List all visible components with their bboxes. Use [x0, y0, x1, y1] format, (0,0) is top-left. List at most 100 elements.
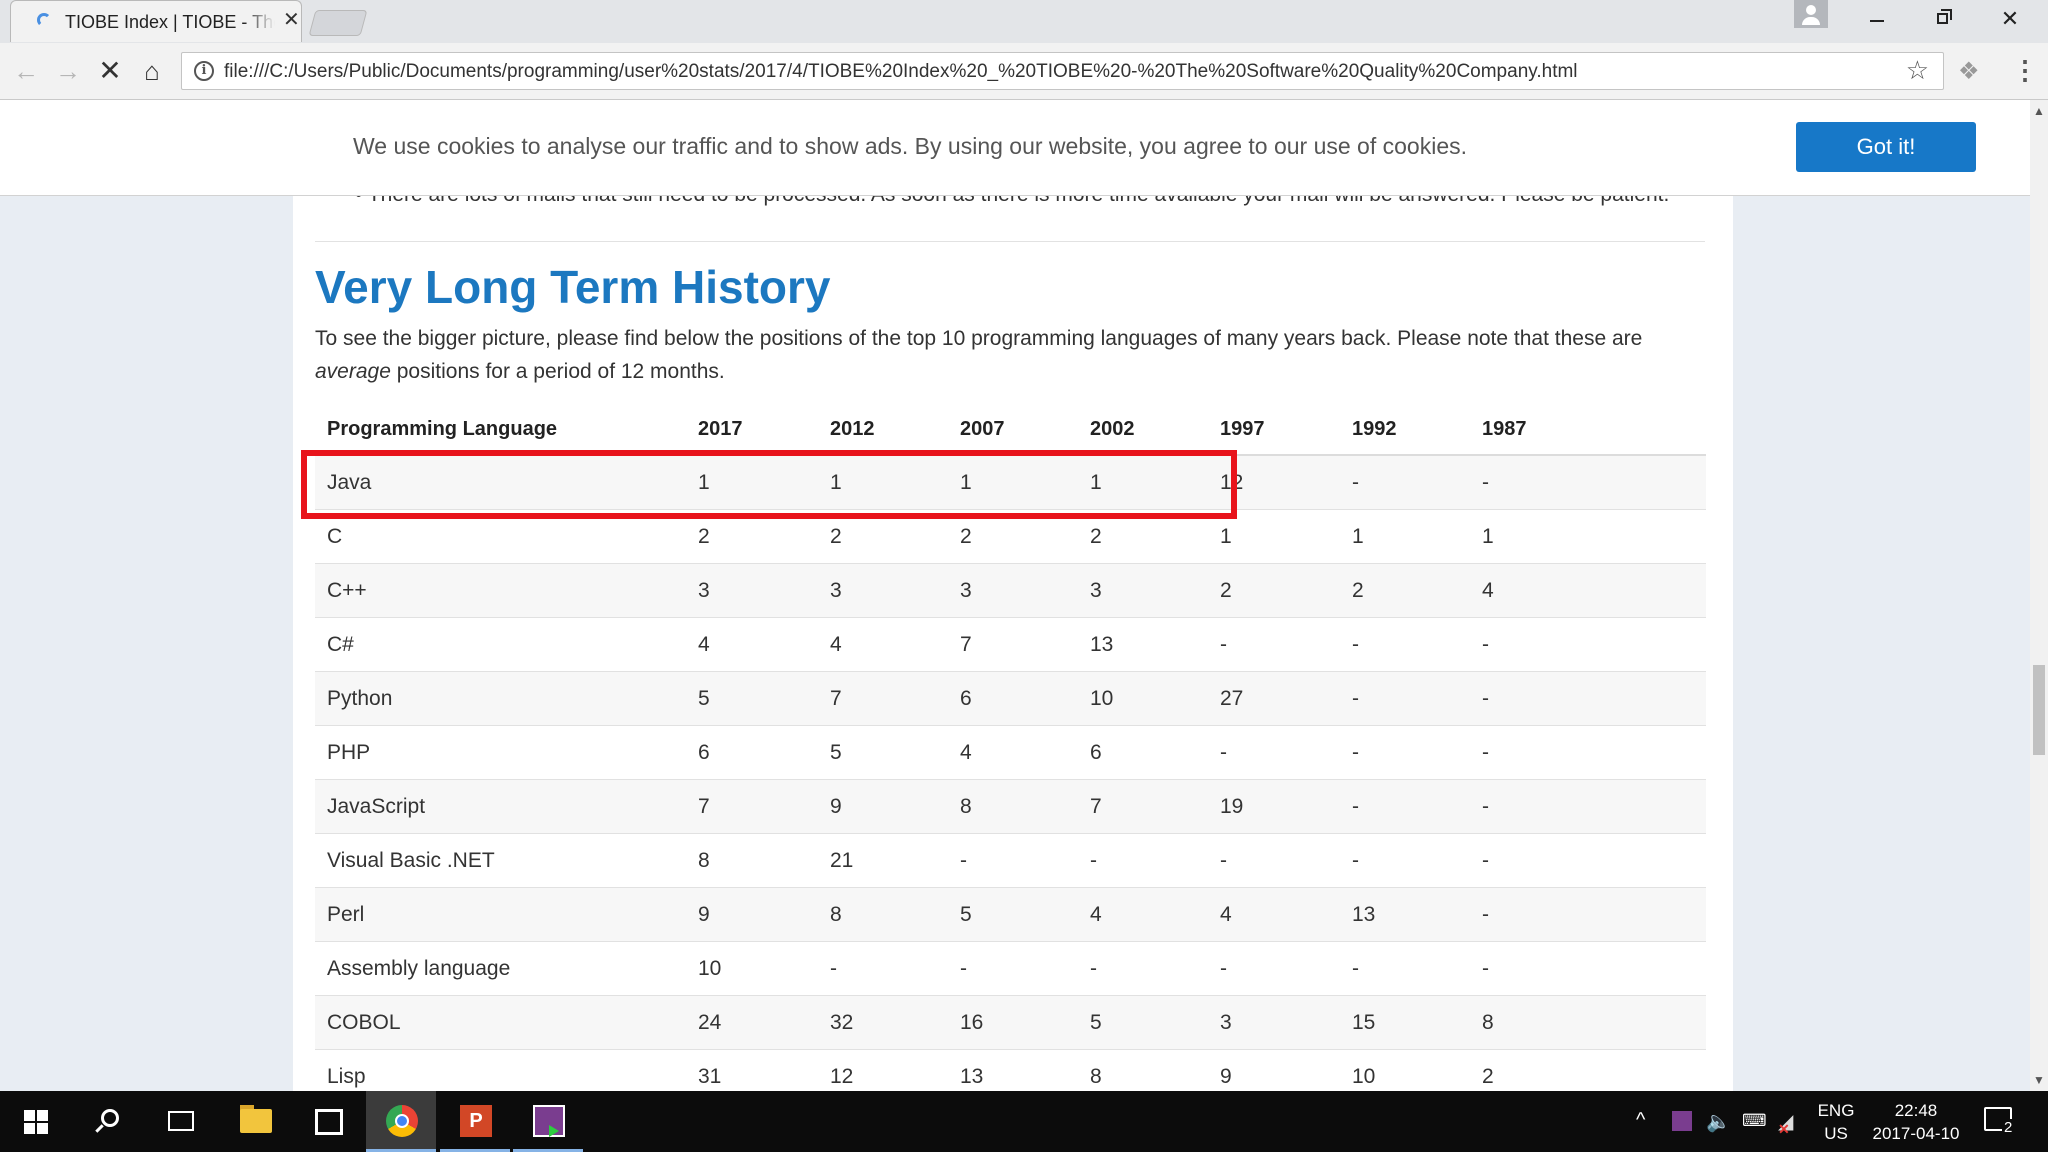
table-row: C2222111 — [315, 509, 1706, 564]
rank-cell: 2 — [1340, 563, 1470, 618]
rank-cell: 3 — [1078, 563, 1208, 618]
rank-cell: 13 — [1078, 617, 1208, 672]
language-cell: Assembly language — [315, 941, 686, 996]
rank-cell: - — [1470, 617, 1706, 672]
rank-cell: 6 — [948, 671, 1078, 726]
table-row: Java 1 1 1 1 12- - — [315, 455, 1706, 510]
scroll-down-arrow-icon[interactable]: ▼ — [2033, 1073, 2045, 1087]
url-text[interactable]: file:///C:/Users/Public/Documents/progra… — [224, 61, 1578, 83]
back-button[interactable]: ← — [10, 55, 42, 87]
language-cell: PHP — [315, 725, 686, 780]
rank-cell: 9 — [818, 779, 948, 834]
clock[interactable]: 22:48 2017-04-10 — [1868, 1099, 1964, 1145]
rank-cell: 10 — [1078, 671, 1208, 726]
browser-tab-bar: TIOBE Index | TIOBE - The Software Quali… — [0, 0, 2048, 43]
rank-cell: 8 — [1470, 995, 1706, 1050]
language-cell: COBOL — [315, 995, 686, 1050]
rank-cell: 7 — [686, 779, 818, 834]
clock-time: 22:48 — [1894, 1101, 1938, 1120]
tray-chevron-up-icon[interactable]: ^ — [1636, 1109, 1645, 1132]
minimize-button[interactable] — [1846, 0, 1906, 38]
notification-count: 2 — [2002, 1119, 2015, 1136]
profile-icon[interactable] — [1794, 0, 1828, 28]
rank-cell: - — [1470, 833, 1706, 888]
rank-cell: - — [1340, 455, 1470, 510]
rank-cell: 1 — [1208, 509, 1340, 564]
language-cell: Perl — [315, 887, 686, 942]
chrome-menu-icon[interactable]: ⋮ — [2012, 55, 2038, 86]
clock-date: 2017-04-10 — [1872, 1124, 1960, 1143]
volume-icon[interactable]: 🔈 — [1706, 1109, 1731, 1134]
table-row: C# 4 4 7 13- - - — [315, 617, 1706, 672]
close-tab-icon[interactable]: ✕ — [283, 10, 300, 30]
rank-cell: 10 — [686, 941, 818, 996]
start-button[interactable] — [0, 1091, 70, 1152]
forward-button[interactable]: → — [52, 55, 84, 87]
table-row: Perl 9 8 5 4 4 13- — [315, 887, 1706, 942]
tab-title: TIOBE Index | TIOBE - The Software Quali… — [65, 12, 275, 32]
new-tab-button[interactable] — [308, 10, 368, 36]
rank-cell: 3 — [818, 563, 948, 618]
tray-app-icon[interactable] — [1672, 1111, 1692, 1131]
task-view-icon[interactable] — [146, 1091, 216, 1152]
page-viewport: • There are lots of mails that still nee… — [0, 100, 2048, 1091]
language-cell: Python — [315, 671, 686, 726]
bookmark-star-icon[interactable]: ☆ — [1906, 55, 1929, 86]
history-table: Programming Language 2017 2012 2007 2002 1997… — [315, 404, 1706, 1091]
rank-cell: - — [948, 941, 1078, 996]
rank-cell: 15 — [1340, 995, 1470, 1050]
media-app-icon[interactable] — [513, 1091, 583, 1152]
got-it-button[interactable]: Got it! — [1796, 122, 1976, 172]
language-cell: Java — [315, 455, 686, 510]
scroll-up-arrow-icon[interactable]: ▲ — [2033, 104, 2045, 118]
store-icon[interactable] — [293, 1091, 363, 1152]
table-row: JavaScript 7 9 8 7 19- - — [315, 779, 1706, 834]
rank-cell: 7 — [948, 617, 1078, 672]
chrome-taskbar-icon[interactable] — [366, 1091, 436, 1152]
rank-cell: 27 — [1208, 671, 1340, 726]
info-icon[interactable]: i — [194, 61, 214, 81]
dropbox-extension-icon[interactable]: ❖ — [1958, 57, 1980, 86]
rank-cell: 4 — [818, 617, 948, 672]
language-cell: Visual Basic .NET — [315, 833, 686, 888]
home-button[interactable]: ⌂ — [136, 55, 168, 87]
column-header-year: 2007 — [948, 404, 1078, 456]
column-header-year: 2002 — [1078, 404, 1208, 456]
close-window-button[interactable]: ✕ — [1980, 0, 2040, 38]
rank-cell: 5 — [818, 725, 948, 780]
network-disconnected-icon: ✕ — [1778, 1121, 1790, 1137]
rank-cell: 9 — [686, 887, 818, 942]
file-explorer-icon[interactable] — [220, 1091, 290, 1152]
intro-emphasis: average — [315, 360, 391, 383]
section-heading: Very Long Term History — [315, 261, 831, 313]
rank-cell: - — [1078, 941, 1208, 996]
rank-cell: 21 — [818, 833, 948, 888]
rank-cell: 4 — [1078, 887, 1208, 942]
language-indicator[interactable]: ENG US — [1816, 1099, 1856, 1145]
rank-cell: 31 — [686, 1049, 818, 1091]
powerpoint-icon[interactable]: P — [440, 1091, 510, 1152]
scroll-thumb[interactable] — [2033, 665, 2045, 755]
table-row: Python 5 7 6 10 27- - — [315, 671, 1706, 726]
rank-cell: 4 — [1470, 563, 1706, 618]
search-icon[interactable] — [73, 1091, 143, 1152]
cookie-text: We use cookies to analyse our traffic an… — [353, 133, 1467, 159]
address-bar[interactable]: i file:///C:/Users/Public/Documents/prog… — [181, 52, 1944, 90]
rank-cell: 12 — [818, 1049, 948, 1091]
rank-cell: 8 — [1078, 1049, 1208, 1091]
column-header-year: 2012 — [818, 404, 948, 456]
stop-loading-button[interactable]: ✕ — [94, 55, 126, 87]
rank-cell: 1 — [948, 455, 1078, 510]
rank-cell: - — [1340, 671, 1470, 726]
rank-cell: 10 — [1340, 1049, 1470, 1091]
browser-tab[interactable]: TIOBE Index | TIOBE - The Software Quali… — [10, 0, 302, 42]
rank-cell: - — [1470, 887, 1706, 942]
rank-cell: 13 — [1340, 887, 1470, 942]
restore-button[interactable] — [1912, 0, 1972, 38]
table-row: Assembly language 10- - - - - - — [315, 941, 1706, 996]
table-row: COBOL 24 32 16 5 3 15 8 — [315, 995, 1706, 1050]
language-cell: C — [315, 509, 686, 564]
rank-cell: 9 — [1208, 1049, 1340, 1091]
ime-icon[interactable]: ⌨ — [1742, 1111, 1767, 1131]
page-scrollbar[interactable]: ▲ ▼ — [2030, 100, 2048, 1091]
